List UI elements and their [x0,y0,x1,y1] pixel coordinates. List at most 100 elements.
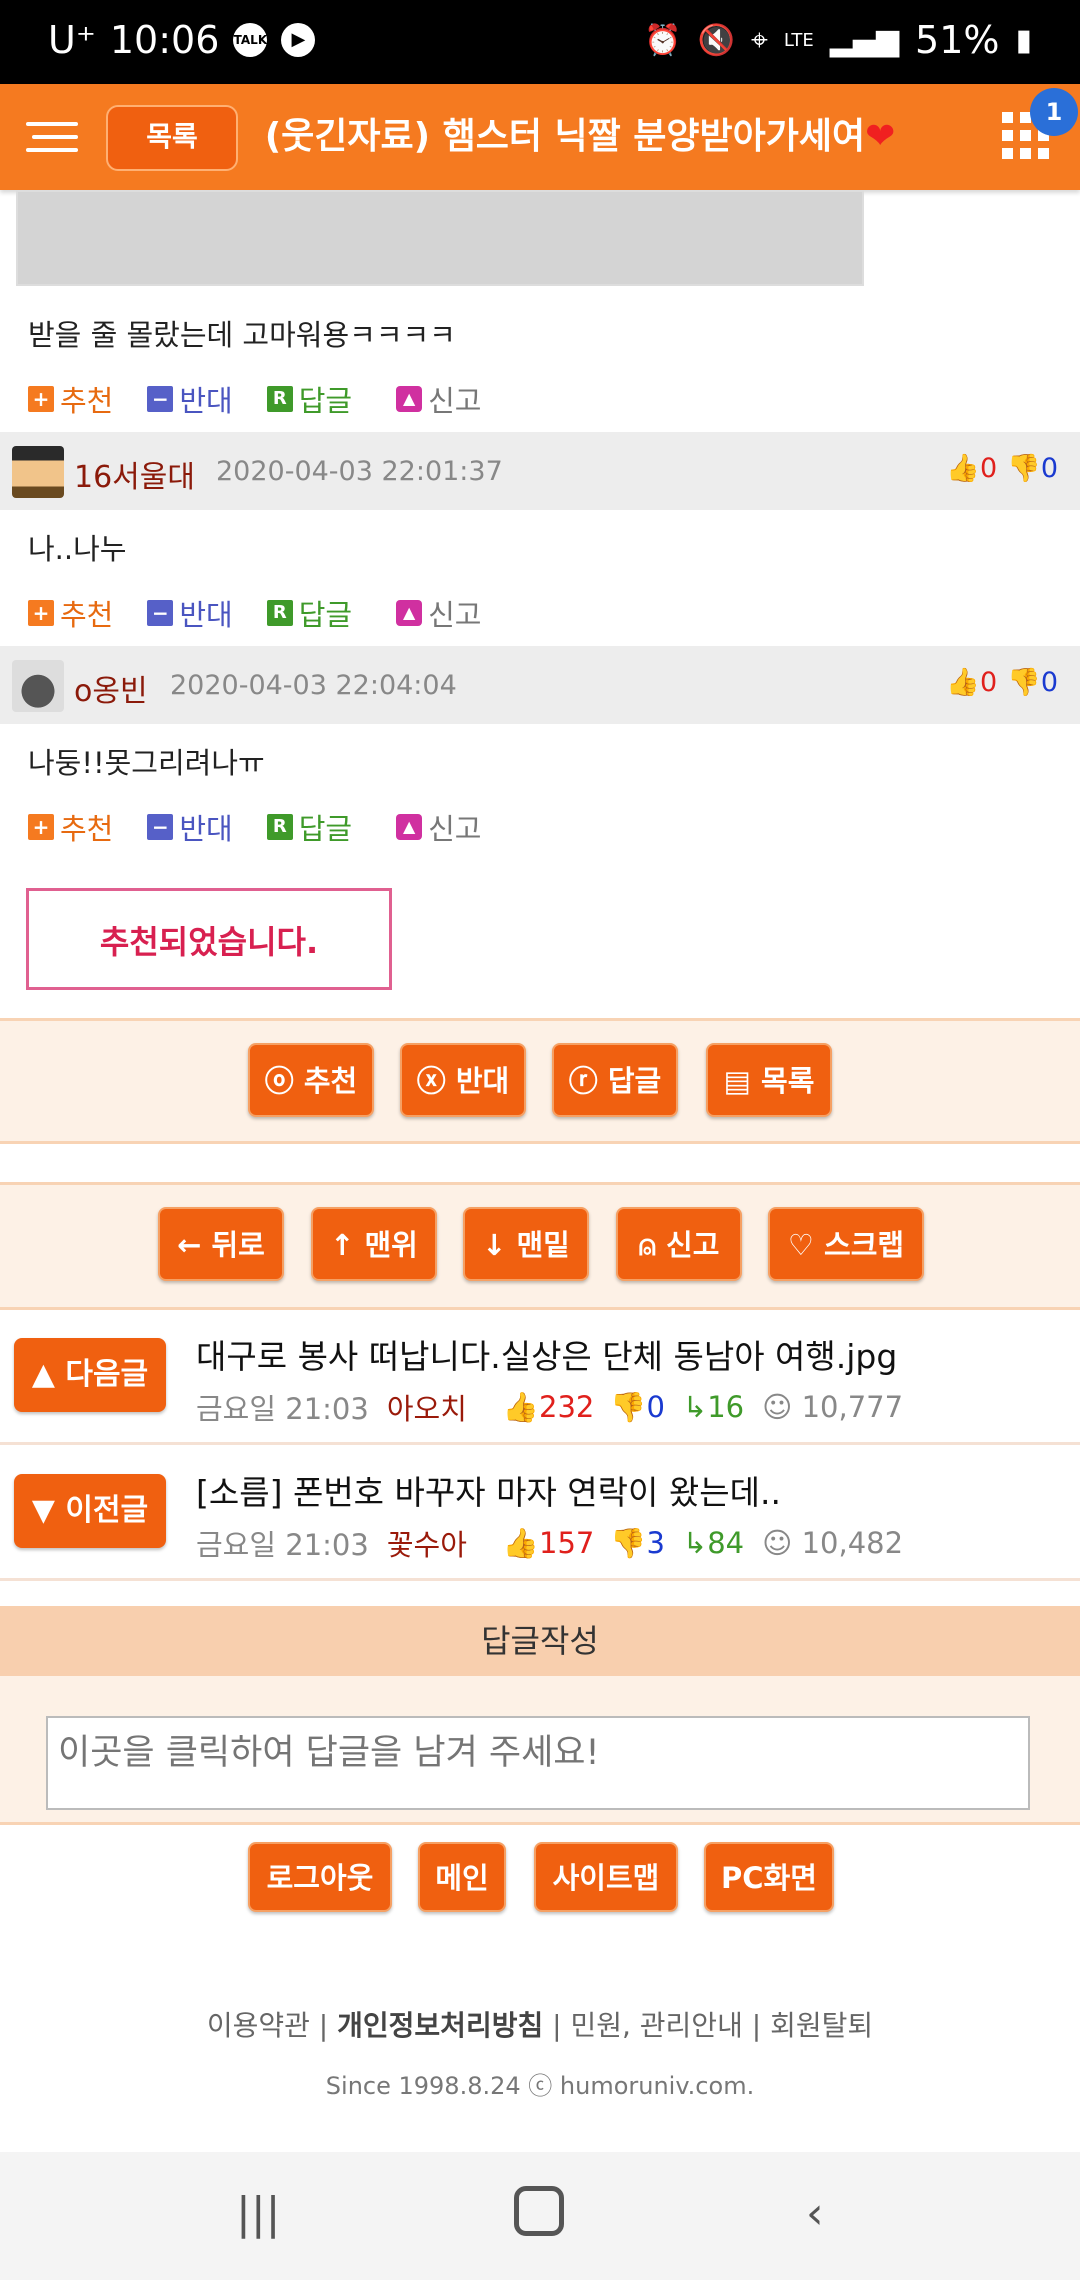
upvote-label: 추천 [60,384,114,418]
logout-button[interactable]: 로그아웃 [248,1842,392,1912]
scroll-bottom-button[interactable]: ↓ 맨밑 [463,1207,589,1281]
comment-upvote-button[interactable]: + 추천 [28,378,113,420]
status-bar: U⁺ 10:06 TALK ▶ ⏰ 🔇 ⌖ LTE ▂▄▆ 51% ▮ [0,0,1080,84]
upvote-count: 157 [539,1525,595,1560]
plus-icon: + [28,814,54,840]
reply-arrow-icon: ↳84 [682,1526,745,1560]
next-post-button[interactable]: ▲ 다음글 [14,1338,166,1412]
thumbs-up-icon: 👍0 [946,667,998,698]
hamburger-menu-icon[interactable] [26,122,78,152]
siren-icon: ▲ [396,600,423,626]
report-label: 신고 [428,598,482,632]
prev-post-button[interactable]: ▼ 이전글 [14,1474,166,1548]
back-button[interactable]: ← 뒤로 [158,1207,284,1281]
prev-post-row[interactable]: ▼ 이전글 [소름] 폰번호 바꾸자 마자 연락이 왔는데.. 금요일 21:0… [0,1444,1080,1581]
comment-body: 나둥!!못그리려나ㅠ [28,746,265,780]
comment-upvote-button[interactable]: + 추천 [28,592,113,634]
comment-reply-button[interactable]: R 답글 [266,592,353,634]
comment-author[interactable]: o옹빈 [74,666,148,710]
post-reply-button[interactable]: ⓡ 답글 [552,1043,678,1117]
post-author: 아오치 [386,1392,467,1426]
withdraw-link[interactable]: 회원탈퇴 [770,2009,873,2042]
notification-badge: 1 [1030,88,1078,136]
sitemap-button[interactable]: 사이트맵 [534,1842,678,1912]
comment-report-button[interactable]: ▲ 신고 [396,806,482,848]
minus-icon: − [147,386,174,412]
list-button[interactable]: 목록 [106,105,238,171]
siren-icon: ▲ [396,814,423,840]
siren-icon: ▲ [396,386,423,412]
view-icon: ☺ 10,482 [762,1526,904,1560]
home-icon[interactable] [514,2186,564,2236]
minus-icon: − [147,600,174,626]
downvote-label: 반대 [179,598,233,632]
upvote-count: 0 [980,453,998,484]
battery-level: 51% [915,18,1000,62]
mute-icon: 🔇 [697,22,735,58]
pc-view-button[interactable]: PC화면 [704,1842,834,1912]
terms-link[interactable]: 이용약관 [207,2009,310,2042]
privacy-link[interactable]: 개인정보처리방침 [337,2009,543,2042]
alarm-icon: ⏰ [644,22,682,58]
reply-area [0,1676,1080,1825]
comment-reply-button[interactable]: R 답글 [266,378,353,420]
next-post-row[interactable]: ▲ 다음글 대구로 봉사 떠납니다.실상은 단체 동남아 여행.jpg 금요일 … [0,1308,1080,1445]
comment-header: 16서울대 2020-04-03 22:01:37 👍0 👎0 [0,432,1080,510]
clock: 10:06 [109,18,220,62]
page-title-text: (웃긴자료) 햄스터 닉짤 분양받아가세여 [264,116,866,157]
reply-icon: R [266,814,293,840]
prev-post-title[interactable]: [소름] 폰번호 바꾸자 마자 연락이 왔는데.. [196,1466,781,1514]
comment-reply-button[interactable]: R 답글 [266,806,353,848]
post-upvote-button[interactable]: ⓞ 추천 [248,1043,374,1117]
location-icon: ⌖ [750,22,768,58]
page-title: (웃긴자료) 햄스터 닉짤 분양받아가세여❤ [250,84,910,190]
report-button[interactable]: ⍝ 신고 [616,1207,742,1281]
post-time: 금요일 21:03 [196,1528,369,1562]
talk-icon: TALK [233,23,268,57]
thumbs-down-icon: 👎0 [610,1389,665,1424]
comment-author[interactable]: 16서울대 [74,452,195,496]
reply-label: 답글 [298,812,353,846]
comment-downvote-button[interactable]: − 반대 [147,378,233,420]
prev-post-meta: 금요일 21:03 꽃수아 👍157 👎3 ↳84 ☺ 10,482 [196,1522,903,1564]
post-downvote-button[interactable]: ⓧ 반대 [400,1043,526,1117]
reply-label: 답글 [298,384,353,418]
comment-downvote-button[interactable]: − 반대 [147,806,233,848]
signal-icon: ▂▄▆ [829,22,900,58]
post-action-bar: ⓞ 추천 ⓧ 반대 ⓡ 답글 ▤ 목록 [0,1018,1080,1144]
downvote-count: 0 [1040,453,1058,484]
next-post-title[interactable]: 대구로 봉사 떠납니다.실상은 단체 동남아 여행.jpg [196,1330,897,1378]
scroll-top-button[interactable]: ↑ 맨위 [311,1207,437,1281]
scrap-button[interactable]: ♡ 스크랩 [768,1207,924,1281]
comment-report-button[interactable]: ▲ 신고 [396,592,482,634]
post-list-button[interactable]: ▤ 목록 [706,1043,832,1117]
post-time: 금요일 21:03 [196,1392,369,1426]
comment-report-button[interactable]: ▲ 신고 [396,378,482,420]
comment-downvote-button[interactable]: − 반대 [147,592,233,634]
thumbs-down-icon: 👎0 [1007,453,1058,484]
reply-label: 답글 [298,598,353,632]
report-label: 신고 [428,812,482,846]
lte-icon: LTE [783,29,814,51]
comment-upvote-button[interactable]: + 추천 [28,806,113,848]
post-author: 꽃수아 [386,1528,467,1562]
thumbs-up-icon: 👍157 [502,1525,595,1560]
upvote-count: 232 [539,1389,595,1424]
reply-textarea[interactable] [46,1716,1030,1810]
comment-header: o옹빈 2020-04-03 22:04:04 👍0 👎0 [0,646,1080,724]
back-icon[interactable]: ‹ [806,2188,824,2239]
downvote-count: 3 [646,1525,665,1560]
copyright: Since 1998.8.24 ⓒ humoruniv.com. [325,2072,755,2100]
civil-link[interactable]: 민원, 관리안내 [570,2009,742,2042]
comment-actions: + 추천 − 반대 R 답글 ▲ 신고 [28,592,516,634]
reply-section-title: 답글작성 [0,1606,1080,1676]
plus-icon: + [28,386,54,412]
thumbs-up-icon: 👍232 [502,1389,595,1424]
avatar [12,446,64,498]
view-count: 10,777 [801,1390,904,1424]
downvote-count: 0 [1040,667,1058,698]
upvote-count: 0 [980,667,998,698]
recent-apps-icon[interactable]: ||| [236,2188,280,2239]
next-post-meta: 금요일 21:03 아오치 👍232 👎0 ↳16 ☺ 10,777 [196,1386,903,1428]
main-button[interactable]: 메인 [418,1842,506,1912]
